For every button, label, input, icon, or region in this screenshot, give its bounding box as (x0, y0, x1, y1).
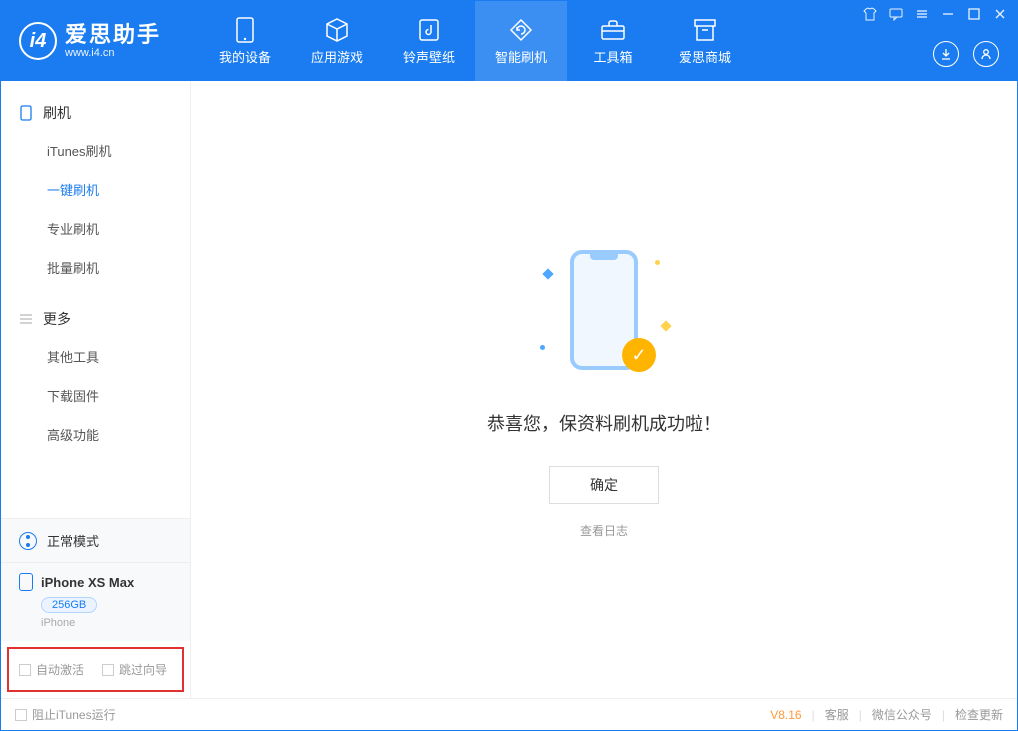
sidebar-item-download-firmware[interactable]: 下载固件 (1, 376, 190, 415)
feedback-icon[interactable] (889, 7, 903, 21)
refresh-icon (508, 17, 534, 43)
illustration-notch (590, 254, 618, 260)
sidebar-group-flash[interactable]: 刷机 (1, 95, 190, 131)
nav-label: 应用游戏 (311, 47, 363, 66)
logo-area: i4 爱思助手 www.i4.cn (1, 22, 179, 60)
device-icon (232, 17, 258, 43)
device-storage-badge: 256GB (41, 597, 97, 613)
device-row[interactable]: iPhone XS Max 256GB iPhone (1, 563, 190, 641)
sidebar-item-oneclick-flash[interactable]: 一键刷机 (1, 170, 190, 209)
main-content: ✓ 恭喜您，保资料刷机成功啦！ 确定 查看日志 (191, 81, 1017, 698)
status-right: V8.16 | 客服 | 微信公众号 | 检查更新 (770, 706, 1003, 723)
app-name: 爱思助手 (65, 23, 161, 47)
phone-icon (19, 106, 33, 120)
sidebar-item-itunes-flash[interactable]: iTunes刷机 (1, 131, 190, 170)
checkbox-skip-guide[interactable]: 跳过向导 (102, 661, 167, 678)
sidebar-group-more[interactable]: 更多 (1, 301, 190, 337)
mode-row[interactable]: 正常模式 (1, 519, 190, 563)
nav-label: 铃声壁纸 (403, 47, 455, 66)
sparkle-dot-icon (540, 345, 545, 350)
separator: | (859, 708, 862, 722)
minimize-button[interactable] (941, 7, 955, 21)
menu-lines-icon (19, 312, 33, 326)
shop-icon (692, 17, 718, 43)
window-controls (863, 7, 1007, 21)
menu-icon[interactable] (915, 7, 929, 21)
checkbox-label: 自动激活 (36, 661, 84, 678)
checkbox-block-itunes[interactable]: 阻止iTunes运行 (15, 706, 116, 723)
nav-tab-store[interactable]: 爱思商城 (659, 1, 751, 81)
group-title: 更多 (43, 309, 71, 329)
sidebar-nav: 刷机 iTunes刷机 一键刷机 专业刷机 批量刷机 更多 其他工具 下载固件 … (1, 81, 190, 518)
mode-label: 正常模式 (47, 531, 99, 550)
success-message: 恭喜您，保资料刷机成功啦！ (487, 410, 721, 436)
sidebar-item-pro-flash[interactable]: 专业刷机 (1, 209, 190, 248)
separator: | (812, 708, 815, 722)
body-area: 刷机 iTunes刷机 一键刷机 专业刷机 批量刷机 更多 其他工具 下载固件 … (1, 81, 1017, 698)
logo-text: 爱思助手 www.i4.cn (65, 23, 161, 59)
app-window: i4 爱思助手 www.i4.cn 我的设备 应用游戏 铃声壁纸 智能刷机 (0, 0, 1018, 731)
cube-icon (324, 17, 350, 43)
sparkle-dot-icon (655, 260, 660, 265)
nav-label: 我的设备 (219, 47, 271, 66)
checkbox-label: 阻止iTunes运行 (32, 706, 116, 723)
status-link-support[interactable]: 客服 (825, 706, 849, 723)
logo-icon: i4 (19, 22, 57, 60)
nav-tab-flash[interactable]: 智能刷机 (475, 1, 567, 81)
checkbox-box (102, 664, 114, 676)
sidebar: 刷机 iTunes刷机 一键刷机 专业刷机 批量刷机 更多 其他工具 下载固件 … (1, 81, 191, 698)
sidebar-item-batch-flash[interactable]: 批量刷机 (1, 248, 190, 287)
sparkle-icon (660, 320, 671, 331)
sparkle-icon (542, 268, 553, 279)
sidebar-bottom: 正常模式 iPhone XS Max 256GB iPhone 自动激活 (1, 518, 190, 698)
nav-label: 爱思商城 (679, 47, 731, 66)
checkbox-row-highlighted: 自动激活 跳过向导 (7, 647, 184, 692)
device-phone-icon (19, 573, 33, 591)
close-button[interactable] (993, 7, 1007, 21)
checkbox-label: 跳过向导 (119, 661, 167, 678)
maximize-button[interactable] (967, 7, 981, 21)
checkmark-badge-icon: ✓ (622, 338, 656, 372)
toolbox-icon (600, 17, 626, 43)
mode-icon (19, 532, 37, 550)
device-name: iPhone XS Max (41, 575, 134, 590)
sidebar-item-advanced[interactable]: 高级功能 (1, 415, 190, 454)
status-left: 阻止iTunes运行 (15, 706, 116, 723)
nav-label: 工具箱 (594, 47, 633, 66)
download-icon[interactable] (933, 41, 959, 67)
header-right-icons (933, 41, 999, 67)
checkbox-box (15, 709, 27, 721)
nav-tabs: 我的设备 应用游戏 铃声壁纸 智能刷机 工具箱 爱思商城 (199, 1, 751, 81)
sidebar-item-other-tools[interactable]: 其他工具 (1, 337, 190, 376)
view-log-link[interactable]: 查看日志 (580, 522, 628, 539)
checkbox-auto-activate[interactable]: 自动激活 (19, 661, 84, 678)
device-type: iPhone (41, 617, 172, 629)
success-illustration: ✓ (534, 240, 674, 380)
nav-tab-ringtones[interactable]: 铃声壁纸 (383, 1, 475, 81)
app-url: www.i4.cn (65, 47, 161, 59)
version-label: V8.16 (770, 708, 801, 722)
user-icon[interactable] (973, 41, 999, 67)
ok-button[interactable]: 确定 (549, 466, 659, 504)
nav-tab-apps[interactable]: 应用游戏 (291, 1, 383, 81)
separator: | (942, 708, 945, 722)
statusbar: 阻止iTunes运行 V8.16 | 客服 | 微信公众号 | 检查更新 (1, 698, 1017, 730)
nav-tab-my-device[interactable]: 我的设备 (199, 1, 291, 81)
titlebar: i4 爱思助手 www.i4.cn 我的设备 应用游戏 铃声壁纸 智能刷机 (1, 1, 1017, 81)
status-link-wechat[interactable]: 微信公众号 (872, 706, 932, 723)
nav-tab-toolbox[interactable]: 工具箱 (567, 1, 659, 81)
music-icon (416, 17, 442, 43)
tshirt-icon[interactable] (863, 7, 877, 21)
nav-label: 智能刷机 (495, 47, 547, 66)
status-link-update[interactable]: 检查更新 (955, 706, 1003, 723)
device-top: iPhone XS Max (19, 573, 172, 591)
group-title: 刷机 (43, 103, 71, 123)
checkbox-box (19, 664, 31, 676)
